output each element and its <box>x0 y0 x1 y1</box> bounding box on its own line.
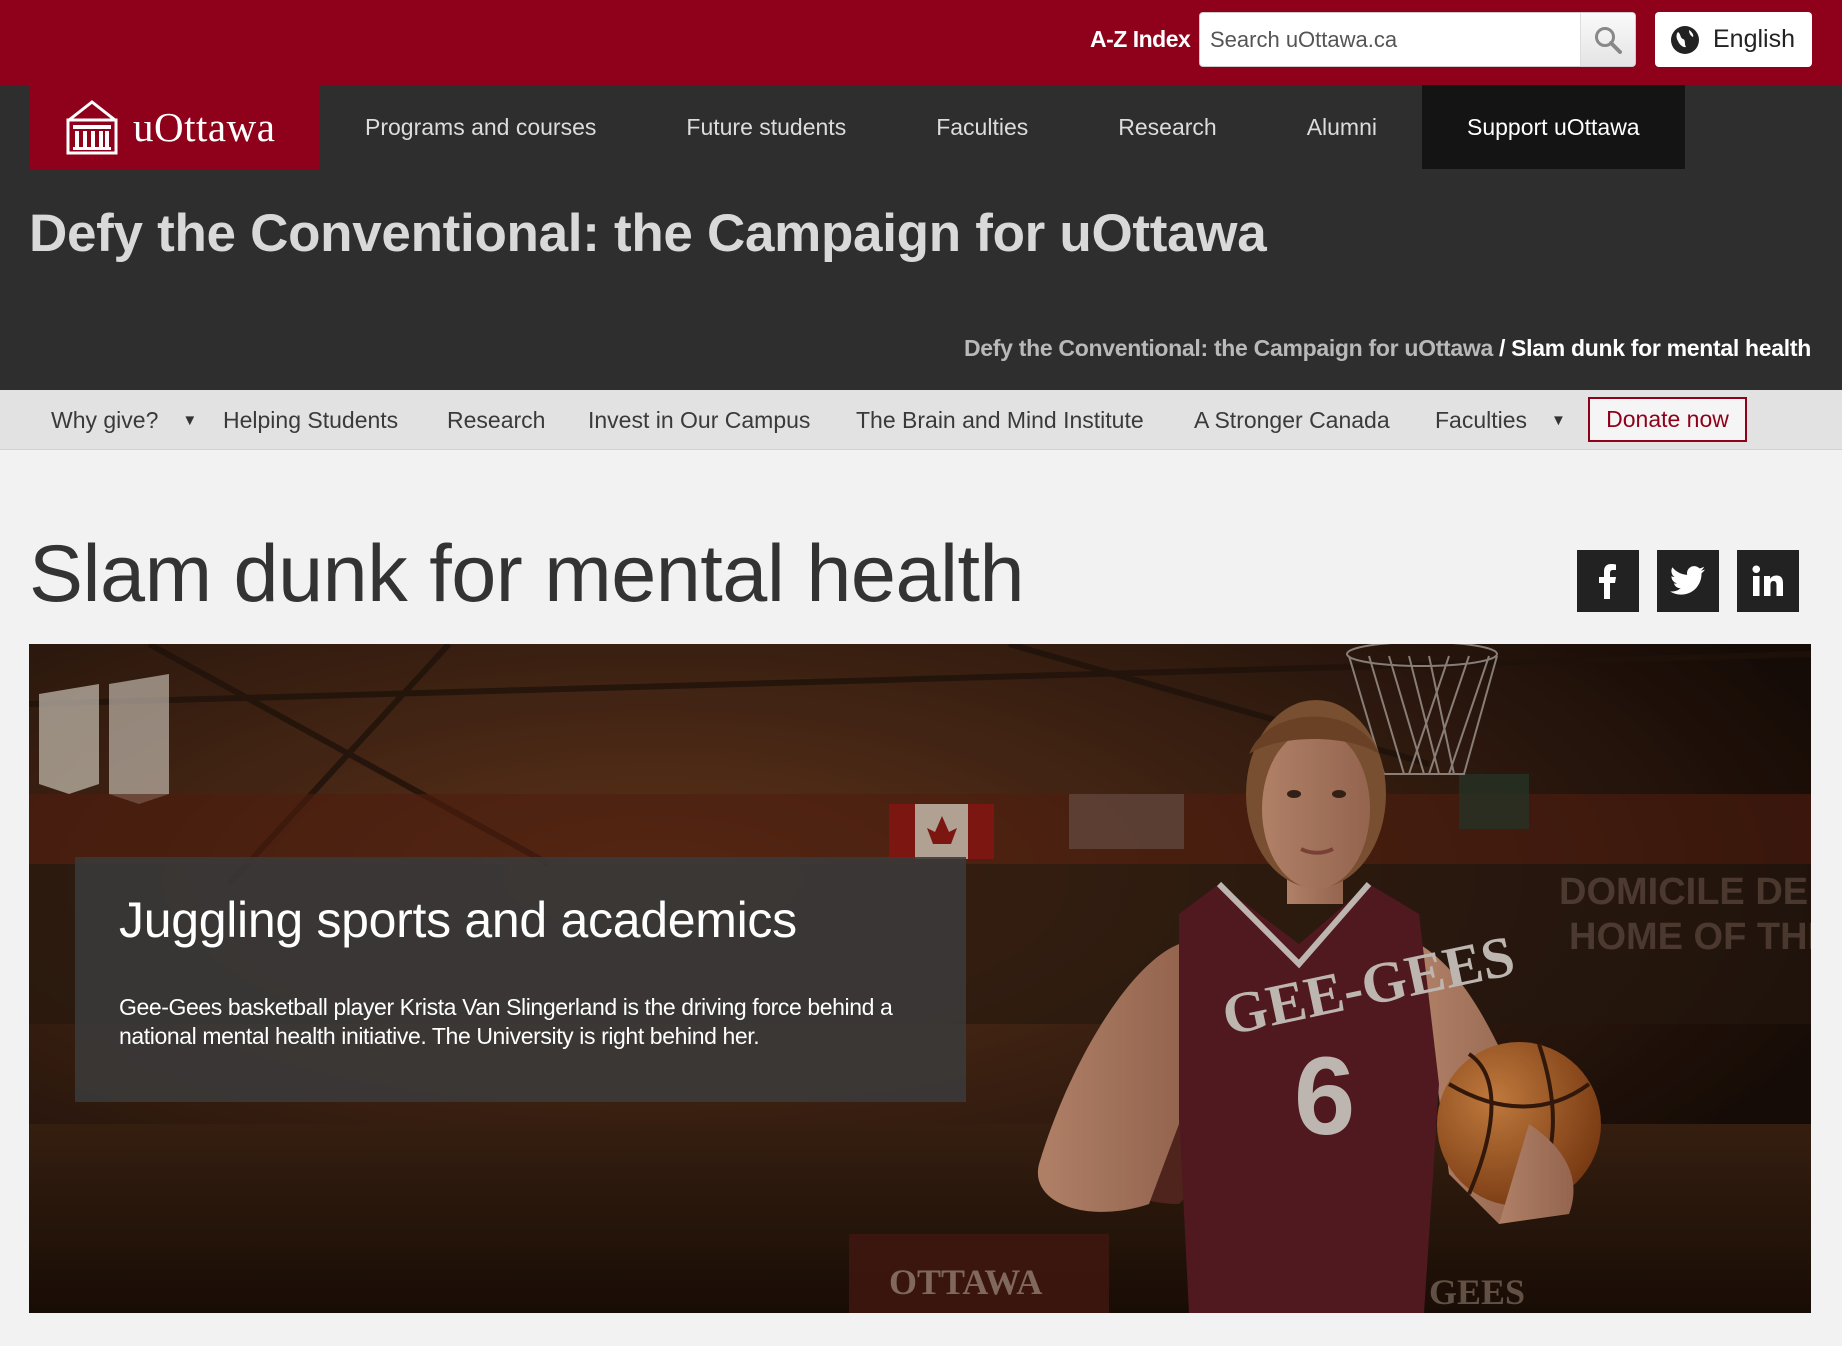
linkedin-share-button[interactable] <box>1737 550 1799 612</box>
subnav-why-give[interactable]: Why give? ▼ <box>51 390 197 450</box>
subnav-research[interactable]: Research <box>447 390 545 450</box>
logo-wordmark: uOttawa <box>133 104 276 150</box>
building-logo-icon <box>66 100 118 155</box>
breadcrumb-separator: / <box>1499 335 1506 361</box>
breadcrumb-parent-link[interactable]: Defy the Conventional: the Campaign for … <box>964 335 1493 361</box>
subnav-faculties-label: Faculties <box>1435 406 1528 433</box>
nav-research[interactable]: Research <box>1073 85 1261 169</box>
hero-heading: Juggling sports and academics <box>119 892 797 948</box>
nav-faculties[interactable]: Faculties <box>891 85 1073 169</box>
search-box <box>1199 12 1636 67</box>
caret-down-icon[interactable]: ▼ <box>182 412 197 429</box>
facebook-icon <box>1599 564 1616 599</box>
az-index-link[interactable]: A-Z Index <box>1090 26 1191 53</box>
hero-caption: Juggling sports and academics Gee-Gees b… <box>75 857 966 1102</box>
search-input[interactable] <box>1200 13 1580 66</box>
nav-alumni[interactable]: Alumni <box>1262 85 1422 169</box>
subnav-stronger-canada[interactable]: A Stronger Canada <box>1194 390 1390 450</box>
language-button[interactable]: English <box>1655 12 1812 67</box>
hero-banner: DOMICILE DE HOME OF THE OTTAWA GEES GEE-… <box>29 644 1811 1313</box>
nav-support-uottawa[interactable]: Support uOttawa <box>1422 85 1685 169</box>
site-header: uOttawa Programs and courses Future stud… <box>0 85 1842 390</box>
subnav-why-give-label: Why give? <box>51 406 159 433</box>
caret-down-icon[interactable]: ▼ <box>1551 412 1566 429</box>
nav-future-students[interactable]: Future students <box>641 85 891 169</box>
twitter-icon <box>1670 566 1705 595</box>
donate-now-button[interactable]: Donate now <box>1588 397 1747 442</box>
search-icon <box>1595 26 1622 54</box>
twitter-share-button[interactable] <box>1657 550 1719 612</box>
globe-icon <box>1671 25 1699 54</box>
uottawa-logo[interactable]: uOttawa <box>29 85 320 169</box>
hero-text: Gee-Gees basketball player Krista Van Sl… <box>119 994 893 1049</box>
subnav-faculties[interactable]: Faculties ▼ <box>1435 390 1566 450</box>
subnav-invest-in-our-campus[interactable]: Invest in Our Campus <box>588 390 810 450</box>
nav-programs-and-courses[interactable]: Programs and courses <box>320 85 641 169</box>
search-button[interactable] <box>1580 13 1635 66</box>
utility-bar: A-Z Index English <box>0 0 1842 85</box>
subnav-helping-students[interactable]: Helping Students <box>223 390 398 450</box>
facebook-share-button[interactable] <box>1577 550 1639 612</box>
subnav-brain-and-mind-institute[interactable]: The Brain and Mind Institute <box>856 390 1144 450</box>
campaign-subnav: Why give? ▼ Helping Students Research In… <box>0 390 1842 450</box>
page-title: Slam dunk for mental health <box>29 529 1025 619</box>
main-nav: Programs and courses Future students Fac… <box>320 85 1685 169</box>
breadcrumb-current: Slam dunk for mental health <box>1511 335 1811 361</box>
campaign-title: Defy the Conventional: the Campaign for … <box>29 204 1267 263</box>
linkedin-icon <box>1752 565 1783 596</box>
breadcrumb: Defy the Conventional: the Campaign for … <box>964 335 1811 362</box>
language-label: English <box>1713 25 1795 53</box>
